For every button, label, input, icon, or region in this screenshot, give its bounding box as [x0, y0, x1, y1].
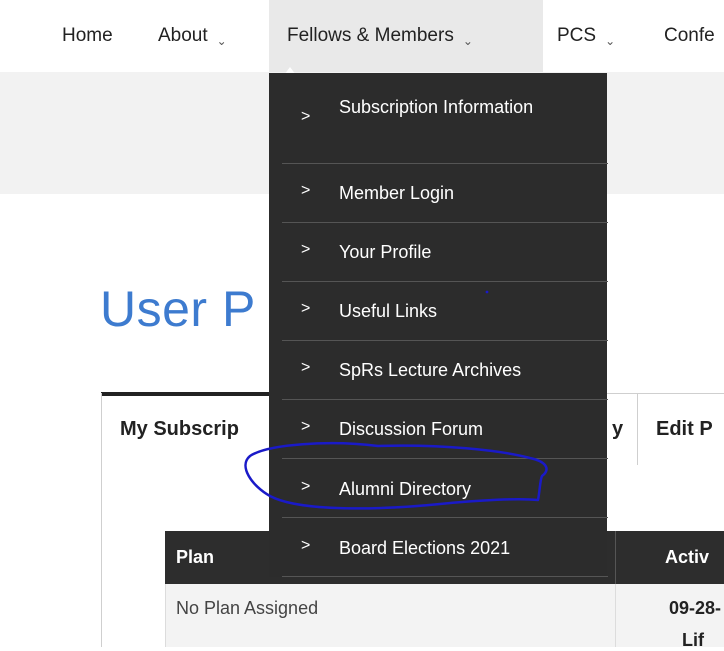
dropdown-item-alumni-directory[interactable]: > Alumni Directory	[269, 476, 607, 500]
dropdown-divider	[282, 340, 608, 341]
dropdown-item-label: Member Login	[339, 183, 455, 203]
nav-label: PCS	[557, 25, 597, 46]
content-border	[101, 393, 102, 647]
dropdown-item-label: Useful Links	[339, 301, 438, 321]
table-cell-plan: No Plan Assigned	[176, 598, 319, 618]
chevron-right-icon: >	[301, 182, 311, 199]
top-navigation: Home About ⌄ Fellows & Members ⌄ PCS ⌄ Conf…	[0, 0, 724, 72]
dropdown-item-label: Board Elections 2021	[339, 538, 511, 558]
chevron-down-icon: ⌄	[462, 34, 473, 48]
nav-label: Confe	[664, 25, 715, 46]
tab-edit-profile[interactable]: Edit P	[656, 393, 724, 465]
dropdown-item-your-profile[interactable]: > Your Profile	[269, 239, 607, 263]
dropdown-item-spr-lecture-archives[interactable]: > SpRs Lecture Archives	[269, 357, 607, 381]
column-header-plan: Plan	[176, 547, 215, 567]
dropdown-item-useful-links[interactable]: > Useful Links	[269, 298, 607, 322]
tab-my-subscriptions[interactable]: My Subscrip	[120, 393, 270, 465]
dropdown-item-label: Discussion Forum	[339, 419, 484, 439]
dropdown-divider	[282, 517, 608, 518]
nav-item-fellows-members[interactable]: Fellows & Members ⌄	[269, 0, 543, 72]
dropdown-item-label: Your Profile	[339, 242, 432, 262]
column-separator	[615, 584, 616, 647]
nav-label: Fellows & Members	[287, 25, 454, 46]
dropdown-item-board-elections-2021[interactable]: > Board Elections 2021	[269, 535, 607, 559]
chevron-down-icon: ⌄	[216, 34, 227, 48]
chevron-right-icon: >	[301, 418, 311, 435]
column-header-active: Activ	[665, 547, 710, 567]
nav-item-about[interactable]: About ⌄	[158, 0, 227, 72]
dropdown-divider	[282, 281, 608, 282]
chevron-right-icon: >	[301, 241, 311, 258]
dropdown-divider	[282, 458, 608, 459]
nav-label: About	[158, 25, 208, 46]
chevron-right-icon: >	[301, 359, 311, 376]
chevron-right-icon: >	[301, 108, 311, 125]
table-cell-note: Lif	[682, 630, 704, 650]
nav-item-pcs[interactable]: PCS ⌄	[557, 0, 615, 72]
chevron-right-icon: >	[301, 478, 311, 495]
dropdown-divider	[282, 576, 608, 577]
dropdown-item-label: Subscription Information	[339, 97, 534, 117]
table-cell-date: 09-28-	[669, 598, 722, 618]
nav-label: Home	[62, 25, 113, 46]
dropdown-item-label: SpRs Lecture Archives	[339, 360, 522, 380]
tab-separator	[637, 393, 638, 465]
dropdown-divider	[282, 222, 608, 223]
nav-item-home[interactable]: Home	[62, 0, 113, 72]
dropdown-divider	[282, 163, 608, 164]
dropdown-item-discussion-forum[interactable]: > Discussion Forum	[269, 416, 607, 440]
chevron-right-icon: >	[301, 537, 311, 554]
dropdown-divider	[282, 399, 608, 400]
column-separator	[615, 531, 616, 584]
nav-item-conferences[interactable]: Confe	[664, 0, 724, 72]
page-title: User P	[100, 281, 256, 337]
tab-directory[interactable]: y	[612, 393, 637, 465]
dropdown-item-member-login[interactable]: > Member Login	[269, 180, 607, 204]
chevron-down-icon: ⌄	[605, 34, 616, 48]
dropdown-item-label: Alumni Directory	[339, 479, 472, 499]
chevron-right-icon: >	[301, 300, 311, 317]
dropdown-item-subscription-information[interactable]: > Subscription Information	[269, 94, 607, 150]
